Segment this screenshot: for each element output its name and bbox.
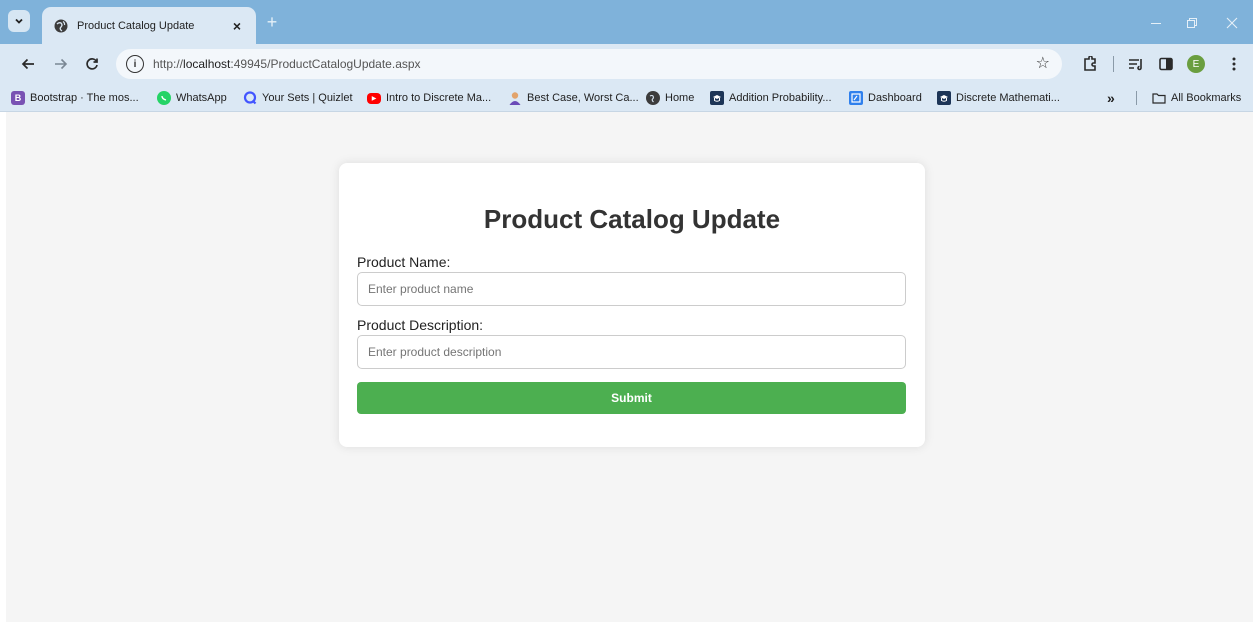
school-icon — [937, 91, 951, 105]
extensions-icon[interactable] — [1080, 54, 1100, 74]
tab-title: Product Catalog Update — [77, 19, 195, 32]
side-panel-icon[interactable] — [1156, 54, 1176, 74]
close-window-icon[interactable] — [1220, 12, 1244, 34]
toolbar-divider — [1111, 54, 1115, 74]
product-description-label: Product Description: — [357, 317, 484, 333]
page-viewport: Product Catalog Update Product Name: Pro… — [6, 112, 1253, 622]
bookmark-item[interactable]: Discrete Mathemati... — [937, 90, 1060, 106]
tab-strip: Product Catalog Update × + — [0, 0, 1253, 44]
submit-button[interactable]: Submit — [357, 382, 906, 414]
bootstrap-icon: B — [11, 91, 25, 105]
bookmarks-bar: B Bootstrap · The mos... WhatsApp Your S… — [0, 84, 1253, 112]
all-bookmarks-button[interactable]: All Bookmarks — [1152, 90, 1241, 106]
product-description-input[interactable] — [357, 335, 906, 369]
bookmarks-divider — [1136, 91, 1137, 105]
reload-button[interactable] — [80, 52, 104, 76]
bookmark-item[interactable]: Best Case, Worst Ca... — [508, 90, 639, 106]
bookmark-item[interactable]: B Bootstrap · The mos... — [11, 90, 139, 106]
minimize-icon[interactable] — [1144, 12, 1168, 34]
school-icon — [710, 91, 724, 105]
bookmark-item[interactable]: ▶ Intro to Discrete Ma... — [367, 90, 491, 106]
close-tab-icon[interactable]: × — [228, 17, 246, 35]
globe-icon — [54, 19, 68, 32]
site-info-icon[interactable]: i — [126, 55, 144, 73]
tab-search-button[interactable] — [8, 10, 30, 32]
reading-list-icon[interactable] — [1126, 54, 1146, 74]
folder-icon — [1152, 91, 1166, 105]
arrow-left-icon — [21, 58, 34, 70]
product-name-label: Product Name: — [357, 254, 451, 270]
bookmark-item[interactable]: Your Sets | Quizlet — [243, 90, 353, 106]
bookmark-item[interactable]: Home — [646, 90, 694, 106]
bookmark-item[interactable]: WhatsApp — [157, 90, 227, 106]
browser-toolbar: i http://localhost:49945/ProductCatalogU… — [0, 44, 1253, 84]
reload-icon — [86, 58, 98, 70]
bookmark-item[interactable]: Addition Probability... — [710, 90, 832, 106]
form-card: Product Catalog Update Product Name: Pro… — [339, 163, 925, 447]
url-text: http://localhost:49945/ProductCatalogUpd… — [153, 57, 421, 71]
youtube-icon: ▶ — [367, 92, 381, 104]
page-title: Product Catalog Update — [483, 204, 781, 234]
product-name-input[interactable] — [357, 272, 906, 306]
active-tab[interactable]: Product Catalog Update × — [42, 7, 256, 44]
quizlet-icon — [243, 91, 257, 105]
arrow-right-icon — [55, 58, 68, 70]
whatsapp-icon — [157, 91, 171, 105]
bookmark-star-icon[interactable]: ☆ — [1036, 53, 1050, 73]
restore-icon[interactable] — [1180, 12, 1204, 34]
globe-icon — [646, 91, 660, 105]
forward-button[interactable] — [49, 52, 73, 76]
chevron-down-icon — [15, 18, 23, 24]
dashboard-icon — [849, 91, 863, 105]
address-bar[interactable]: i http://localhost:49945/ProductCatalogU… — [116, 49, 1062, 79]
bookmarks-overflow-button[interactable]: » — [1107, 90, 1115, 106]
more-menu-icon[interactable] — [1227, 54, 1241, 74]
new-tab-icon[interactable]: + — [262, 12, 282, 32]
profile-avatar[interactable]: E — [1187, 55, 1205, 73]
bookmark-item[interactable]: Dashboard — [849, 90, 922, 106]
avatar-icon — [508, 91, 522, 105]
back-button[interactable] — [16, 52, 40, 76]
